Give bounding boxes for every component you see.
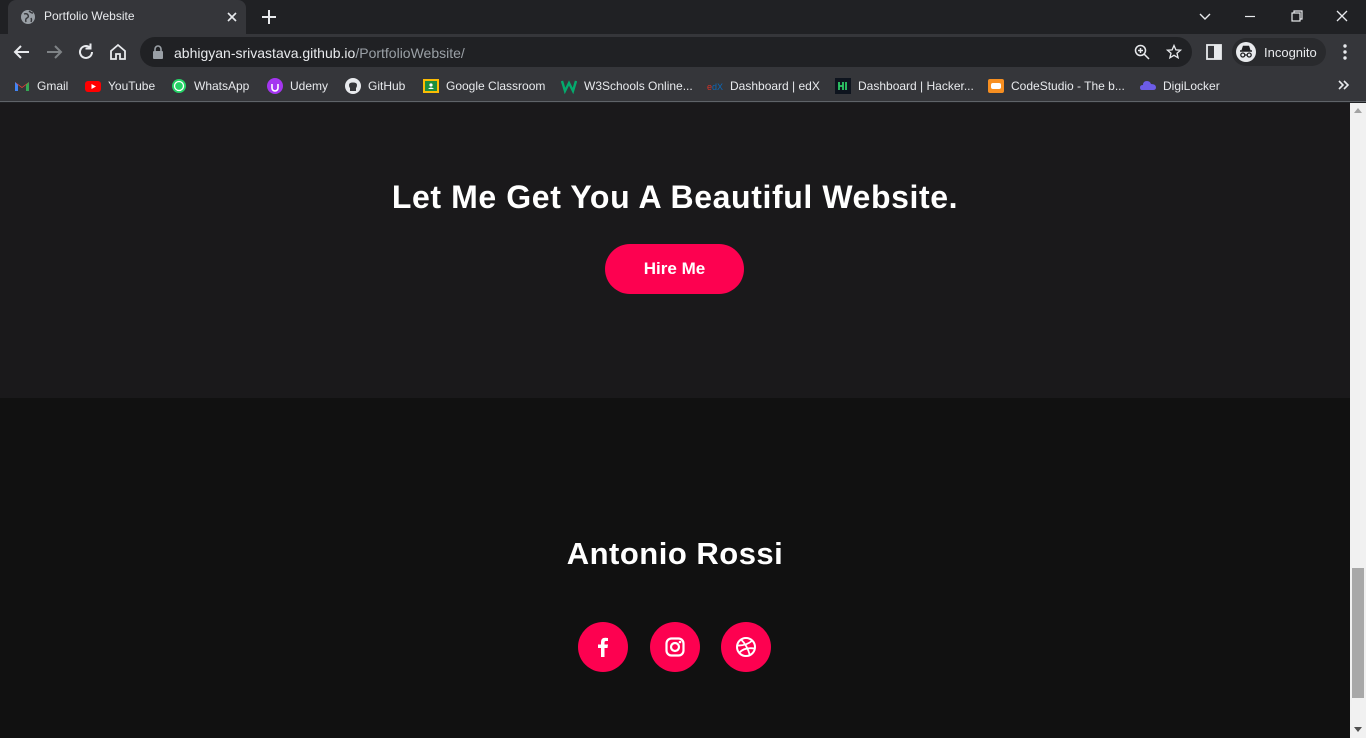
browser-toolbar: abhigyan-srivastava.github.io/PortfolioW… [0, 34, 1366, 70]
w3schools-icon [561, 80, 577, 94]
hackerrank-icon [835, 78, 851, 94]
footer-name: Antonio Rossi [566, 536, 784, 571]
bookmark-label: WhatsApp [194, 79, 250, 93]
bookmark-hackerrank[interactable]: Dashboard | Hacker... [835, 76, 974, 96]
bookmark-label: Dashboard | Hacker... [858, 79, 974, 93]
github-icon [345, 78, 361, 94]
bookmark-label: Udemy [290, 79, 329, 93]
zoom-icon[interactable] [1134, 44, 1150, 60]
bookmark-whatsapp[interactable]: WhatsApp [171, 76, 249, 96]
scroll-thumb[interactable] [1352, 568, 1364, 698]
footer: Antonio Rossi [0, 398, 1350, 738]
facebook-link[interactable] [578, 622, 628, 672]
bookmark-google-classroom[interactable]: Google Classroom [423, 76, 545, 96]
more-bookmarks-chevron-icon[interactable] [1334, 76, 1352, 94]
digilocker-icon [1140, 81, 1156, 90]
bookmark-youtube[interactable]: YouTube [85, 76, 155, 96]
reload-icon[interactable] [75, 41, 97, 63]
bookmark-udemy[interactable]: Udemy [267, 76, 328, 96]
svg-text:dX: dX [712, 82, 723, 92]
dribbble-link[interactable] [721, 622, 771, 672]
url-path: /PortfolioWebsite/ [355, 45, 465, 61]
bookmark-label: CodeStudio - The b... [1011, 79, 1125, 93]
restore-icon[interactable] [1285, 4, 1309, 28]
bookmark-codestudio[interactable]: CodeStudio - The b... [988, 76, 1125, 96]
home-icon[interactable] [107, 41, 129, 63]
incognito-profile-button[interactable]: Incognito [1232, 38, 1326, 66]
incognito-label: Incognito [1264, 45, 1317, 60]
bookmark-github[interactable]: GitHub [345, 76, 405, 96]
minimize-icon[interactable] [1238, 4, 1262, 28]
facebook-icon [598, 637, 608, 657]
bookmark-gmail[interactable]: Gmail [14, 76, 68, 96]
bookmark-label: DigiLocker [1163, 79, 1220, 93]
tab-search-chevron-icon[interactable] [1193, 4, 1217, 28]
bookmark-label: Gmail [37, 79, 69, 93]
new-tab-plus-icon[interactable] [260, 8, 278, 26]
udemy-icon [267, 78, 283, 94]
side-panel-icon[interactable] [1205, 43, 1223, 61]
hire-heading: Let Me Get You A Beautiful Website. [391, 179, 959, 215]
incognito-icon [1236, 42, 1256, 62]
url-host: abhigyan-srivastava.github.io [174, 45, 356, 61]
bookmark-edx[interactable]: e dX Dashboard | edX [707, 76, 820, 96]
page-viewport: Let Me Get You A Beautiful Website. Hire… [0, 103, 1350, 738]
codestudio-icon [988, 79, 1004, 93]
instagram-link[interactable] [650, 622, 700, 672]
scroll-down-arrow-icon[interactable] [1354, 727, 1362, 733]
whatsapp-icon [172, 79, 186, 93]
gmail-icon [15, 82, 29, 91]
bookmark-label: GitHub [368, 79, 406, 93]
bookmarks-bar: Gmail YouTube WhatsApp Udemy GitHub Goog… [0, 70, 1366, 102]
bookmark-label: YouTube [108, 79, 156, 93]
tab-portfolio-website[interactable]: Portfolio Website [8, 0, 246, 34]
forward-arrow-icon[interactable] [43, 41, 65, 63]
classroom-icon [423, 79, 439, 93]
youtube-icon [85, 81, 101, 92]
bookmark-label: Dashboard | edX [730, 79, 820, 93]
hire-me-section: Let Me Get You A Beautiful Website. Hire… [0, 103, 1350, 398]
back-arrow-icon[interactable] [11, 41, 33, 63]
tab-title: Portfolio Website [44, 9, 135, 23]
close-tab-icon[interactable] [224, 9, 240, 25]
bookmark-star-icon[interactable] [1166, 44, 1182, 60]
hire-me-button[interactable]: Hire Me [605, 244, 744, 294]
lock-icon[interactable] [152, 45, 164, 59]
bookmark-label: W3Schools Online... [584, 79, 693, 93]
more-options-icon[interactable] [1336, 42, 1354, 62]
bookmark-digilocker[interactable]: DigiLocker [1140, 76, 1220, 96]
bookmark-label: Google Classroom [446, 79, 546, 93]
scroll-up-arrow-icon[interactable] [1354, 107, 1362, 113]
page-scrollbar[interactable] [1350, 103, 1366, 738]
globe-icon [21, 10, 35, 24]
close-window-icon[interactable] [1330, 4, 1354, 28]
url-text: abhigyan-srivastava.github.io/PortfolioW… [174, 45, 465, 61]
instagram-icon [665, 637, 685, 657]
address-bar[interactable]: abhigyan-srivastava.github.io/PortfolioW… [140, 37, 1192, 67]
tab-strip: Portfolio Website [0, 0, 1366, 34]
dribbble-icon [736, 637, 756, 657]
edx-icon: e dX [707, 82, 723, 92]
bookmark-w3schools[interactable]: W3Schools Online... [561, 76, 693, 96]
